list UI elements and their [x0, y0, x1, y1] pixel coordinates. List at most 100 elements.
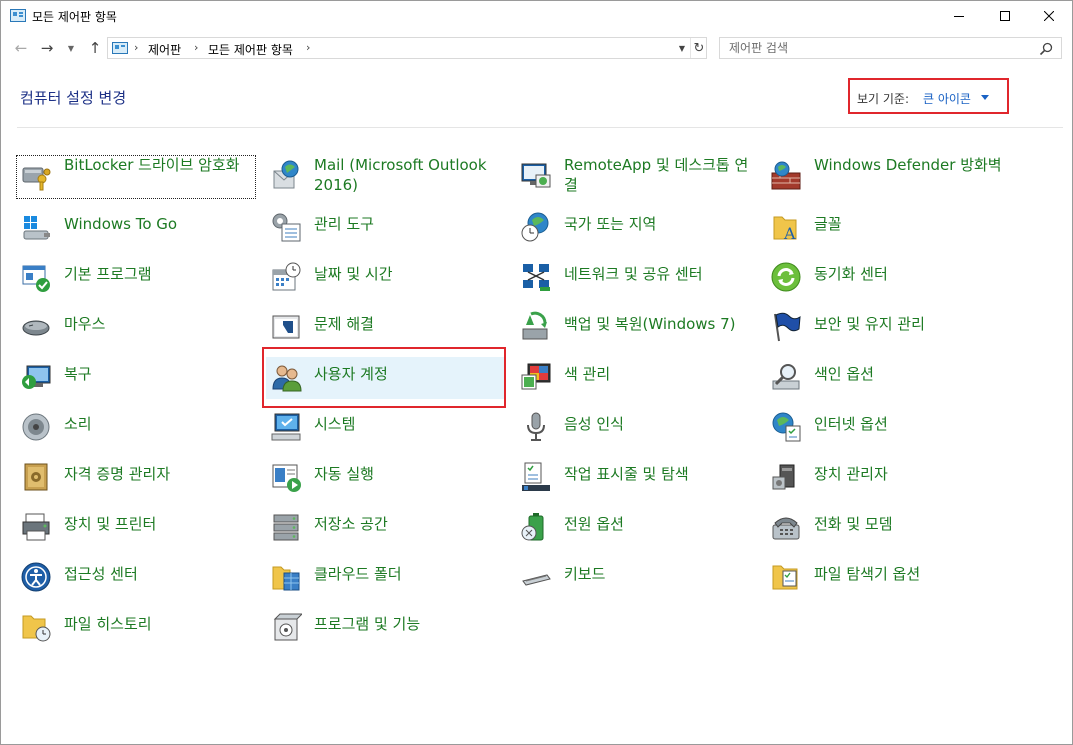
item-label[interactable]: 네트워크 및 공유 센터 [564, 264, 756, 284]
item-storage-spaces[interactable]: 저장소 공간 [266, 507, 506, 549]
up-button[interactable]: ↑ [85, 38, 105, 58]
item-label[interactable]: 시스템 [314, 414, 506, 434]
fonts-folder-icon: A [773, 216, 797, 243]
back-button[interactable]: ← [11, 38, 31, 58]
item-indexing-options[interactable]: 색인 옵션 [766, 357, 1006, 399]
recent-locations-button[interactable]: ▼ [64, 38, 78, 58]
item-phone-modem[interactable]: 전화 및 모뎀 [766, 507, 1006, 549]
item-fonts[interactable]: A 글꼴 [766, 207, 1006, 249]
item-label[interactable]: 접근성 센터 [64, 564, 256, 584]
item-programs-features[interactable]: 프로그램 및 기능 [266, 607, 506, 649]
breadcrumb-control-panel[interactable]: 제어판 [148, 41, 181, 58]
item-label[interactable]: 마우스 [64, 314, 256, 334]
item-label[interactable]: 장치 및 프린터 [64, 514, 256, 534]
bitlocker-keys-icon [22, 167, 51, 191]
item-label[interactable]: 보안 및 유지 관리 [814, 314, 1006, 334]
item-label[interactable]: 동기화 센터 [814, 264, 1006, 284]
item-sound[interactable]: 소리 [16, 407, 256, 449]
item-label[interactable]: Mail (Microsoft Outlook 2016) [314, 155, 506, 195]
item-keyboard[interactable]: 키보드 [516, 557, 756, 599]
breadcrumb-all-items[interactable]: 모든 제어판 항목 [208, 41, 293, 58]
item-label[interactable]: 글꼴 [814, 214, 1006, 234]
refresh-button[interactable]: ↻ [690, 38, 707, 58]
search-icon[interactable] [1038, 41, 1054, 57]
forward-button[interactable]: → [37, 38, 57, 58]
search-box[interactable] [719, 37, 1062, 59]
minimize-button[interactable] [936, 1, 982, 31]
item-date-time[interactable]: 날짜 및 시간 [266, 257, 506, 299]
control-panel-icon [10, 9, 26, 22]
view-by-dropdown[interactable]: 큰 아이콘 [923, 90, 971, 107]
address-history-button[interactable]: ▼ [672, 38, 691, 58]
address-bar[interactable]: › 제어판 › 모든 제어판 항목 › ▼ ↻ [107, 37, 707, 59]
item-label[interactable]: 키보드 [564, 564, 756, 584]
item-speech-recognition[interactable]: 음성 인식 [516, 407, 756, 449]
item-defender-firewall[interactable]: Windows Defender 방화벽 [766, 155, 1006, 199]
item-label[interactable]: 저장소 공간 [314, 514, 506, 534]
item-label[interactable]: 음성 인식 [564, 414, 756, 434]
item-device-manager[interactable]: 장치 관리자 [766, 457, 1006, 499]
item-label[interactable]: 프로그램 및 기능 [314, 614, 506, 634]
item-default-programs[interactable]: 기본 프로그램 [16, 257, 256, 299]
item-taskbar-navigation[interactable]: 작업 표시줄 및 탐색 [516, 457, 756, 499]
item-bitlocker[interactable]: BitLocker 드라이브 암호화 [16, 155, 256, 199]
item-remoteapp[interactable]: RemoteApp 및 데스크톱 연결 [516, 155, 756, 199]
title-bar[interactable]: 모든 제어판 항목 [1, 1, 1072, 31]
ease-of-access-icon [21, 562, 51, 592]
item-label[interactable]: 전화 및 모뎀 [814, 514, 1006, 534]
item-admin-tools[interactable]: 관리 도구 [266, 207, 506, 249]
item-ease-of-access[interactable]: 접근성 센터 [16, 557, 256, 599]
item-label[interactable]: Windows Defender 방화벽 [814, 155, 1006, 175]
item-security-maintenance[interactable]: 보안 및 유지 관리 [766, 307, 1006, 349]
item-label[interactable]: 클라우드 폴더 [314, 564, 506, 584]
item-recovery[interactable]: 복구 [16, 357, 256, 399]
breadcrumb-separator[interactable]: › [306, 41, 310, 54]
item-internet-options[interactable]: 인터넷 옵션 [766, 407, 1006, 449]
item-label[interactable]: 날짜 및 시간 [314, 264, 506, 284]
item-label[interactable]: 백업 및 복원(Windows 7) [564, 314, 756, 334]
item-label[interactable]: 색인 옵션 [814, 364, 1006, 384]
item-color-management[interactable]: 색 관리 [516, 357, 756, 399]
item-credential-manager[interactable]: 자격 증명 관리자 [16, 457, 256, 499]
item-label[interactable]: 전원 옵션 [564, 514, 756, 534]
item-label[interactable]: 작업 표시줄 및 탐색 [564, 464, 756, 484]
item-mouse[interactable]: 마우스 [16, 307, 256, 349]
breadcrumb-separator[interactable]: › [134, 41, 138, 54]
item-mail[interactable]: Mail (Microsoft Outlook 2016) [266, 155, 506, 199]
close-button[interactable] [1026, 1, 1072, 31]
item-label[interactable]: 국가 또는 지역 [564, 214, 756, 234]
item-devices-printers[interactable]: 장치 및 프린터 [16, 507, 256, 549]
item-label[interactable]: 자동 실행 [314, 464, 506, 484]
item-label[interactable]: 자격 증명 관리자 [64, 464, 256, 484]
item-backup-restore[interactable]: 백업 및 복원(Windows 7) [516, 307, 756, 349]
item-label[interactable]: 문제 해결 [314, 314, 506, 334]
item-power-options[interactable]: 전원 옵션 [516, 507, 756, 549]
item-autoplay[interactable]: 자동 실행 [266, 457, 506, 499]
item-file-history[interactable]: 파일 히스토리 [16, 607, 256, 649]
item-label[interactable]: 인터넷 옵션 [814, 414, 1006, 434]
item-system[interactable]: 시스템 [266, 407, 506, 449]
item-label[interactable]: 소리 [64, 414, 256, 434]
item-label[interactable]: 기본 프로그램 [64, 264, 256, 284]
item-troubleshooting[interactable]: 문제 해결 [266, 307, 506, 349]
item-sync-center[interactable]: 동기화 센터 [766, 257, 1006, 299]
item-region[interactable]: 국가 또는 지역 [516, 207, 756, 249]
item-windows-to-go[interactable]: Windows To Go [16, 207, 256, 249]
item-label[interactable]: 관리 도구 [314, 214, 506, 234]
item-label[interactable]: 파일 히스토리 [64, 614, 256, 634]
item-label[interactable]: Windows To Go [64, 214, 256, 234]
item-label[interactable]: BitLocker 드라이브 암호화 [64, 155, 256, 175]
search-input[interactable] [720, 38, 1039, 58]
caret-down-icon[interactable] [981, 95, 989, 100]
item-cloud-folder[interactable]: 클라우드 폴더 [266, 557, 506, 599]
item-label[interactable]: 장치 관리자 [814, 464, 1006, 484]
maximize-button[interactable] [982, 1, 1028, 31]
item-network-sharing[interactable]: 네트워크 및 공유 센터 [516, 257, 756, 299]
item-label[interactable]: 색 관리 [564, 364, 756, 384]
item-label[interactable]: 파일 탐색기 옵션 [814, 564, 1006, 584]
item-file-explorer-options[interactable]: 파일 탐색기 옵션 [766, 557, 1006, 599]
autoplay-icon [272, 464, 301, 492]
item-label[interactable]: 복구 [64, 364, 256, 384]
item-label[interactable]: RemoteApp 및 데스크톱 연결 [564, 155, 756, 195]
breadcrumb-separator[interactable]: › [194, 41, 198, 54]
